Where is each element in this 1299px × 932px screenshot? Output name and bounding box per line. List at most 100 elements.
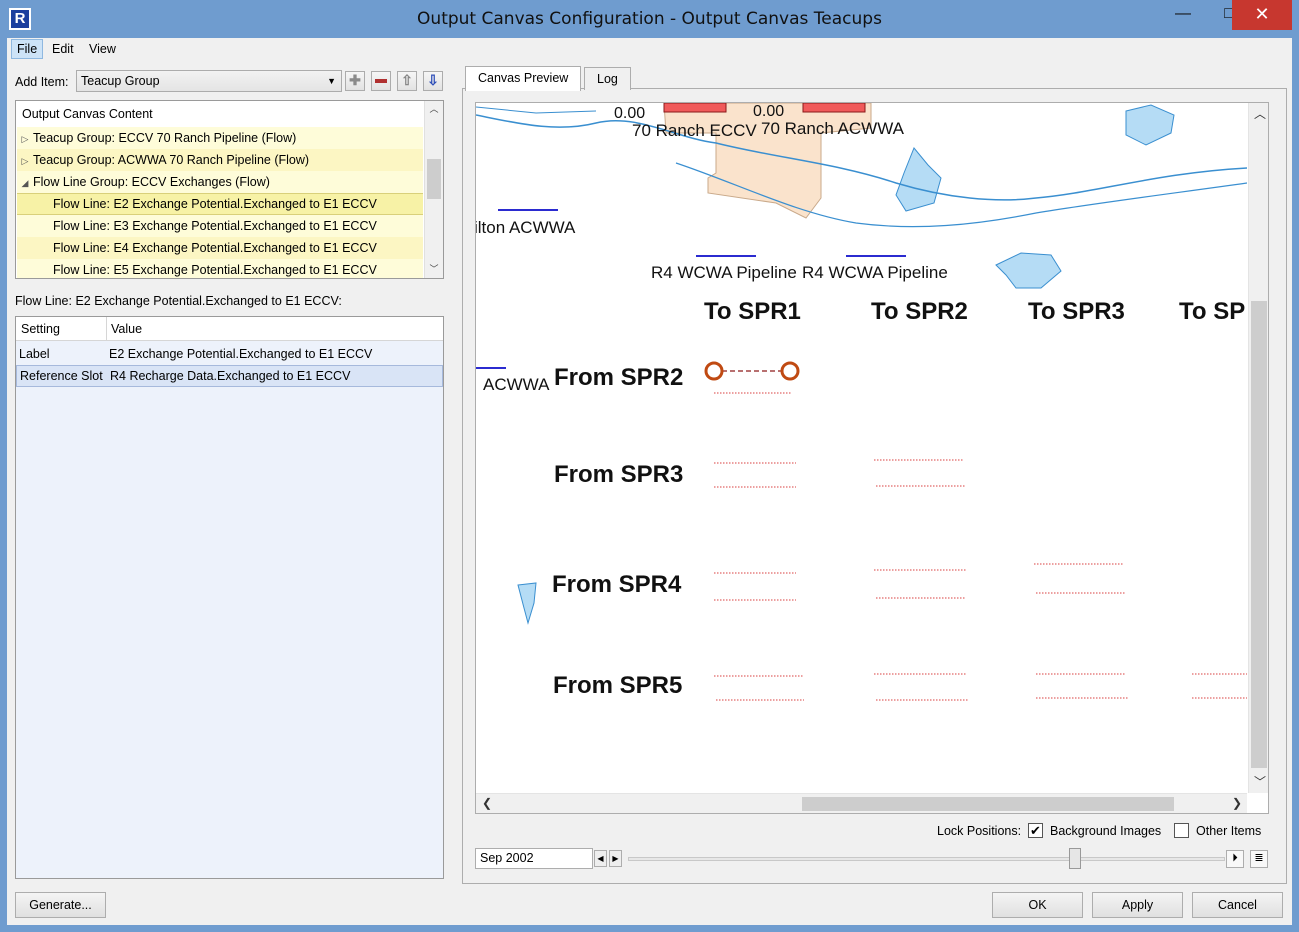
table-row[interactable]: Label E2 Exchange Potential.Exchanged to… [16,343,443,365]
generate-button[interactable]: Generate... [15,892,106,918]
canvas-content-tree[interactable]: Output Canvas Content ▷ Teacup Group: ECC… [15,100,444,279]
other-items-label: Other Items [1196,824,1262,838]
map-label: R4 WCWA Pipeline [651,263,797,282]
flow-endpoint-handle [704,361,724,381]
column-header-value[interactable]: Value [111,322,142,336]
to-column-label: To SPR1 [704,298,801,325]
menu-file[interactable]: File [11,39,44,59]
tree-row-label: Flow Line Group: ECCV Exchanges (Flow) [33,175,270,189]
from-row-label: From SPR5 [553,672,683,699]
from-row-label: From SPR2 [554,364,684,391]
next-date-button[interactable]: ▶ [609,850,622,867]
setting-value[interactable]: E2 Exchange Potential.Exchanged to E1 EC… [109,343,372,365]
column-header-setting[interactable]: Setting [21,322,60,336]
scroll-thumb[interactable] [802,797,1174,811]
menu-edit[interactable]: Edit [47,39,79,59]
title-bar: R Output Canvas Configuration - Output C… [0,0,1299,38]
tree-scrollbar[interactable]: ︿ ﹀ [424,101,443,278]
scroll-thumb[interactable] [427,159,441,199]
move-down-button[interactable]: ⇩ [423,71,443,91]
add-item-button[interactable]: ✚ [345,71,365,91]
to-column-label: To SPR3 [1028,298,1125,325]
menu-view[interactable]: View [84,39,121,59]
selected-item-label: Flow Line: E2 Exchange Potential.Exchang… [15,294,342,308]
checkmark-icon: ✔ [1030,823,1041,838]
tree-row[interactable]: Flow Line: E3 Exchange Potential.Exchang… [17,215,423,237]
chevron-left-icon[interactable]: ❮ [482,796,492,810]
tree-row[interactable]: Flow Line: E5 Exchange Potential.Exchang… [17,259,423,278]
expand-triangle-icon[interactable]: ▷ [17,128,33,150]
to-column-label: To SP [1179,298,1246,325]
tab-canvas-preview[interactable]: Canvas Preview [465,66,582,91]
map-label: ACWWA [483,375,550,394]
cancel-button[interactable]: Cancel [1192,892,1283,918]
add-item-dropdown[interactable]: Teacup Group ▼ [76,70,342,92]
chevron-up-icon[interactable]: ︿ [425,101,443,118]
collapse-triangle-icon[interactable]: ◢ [17,172,33,194]
chevron-right-icon[interactable]: ❯ [1232,796,1242,810]
tree-row[interactable]: ◢ Flow Line Group: ECCV Exchanges (Flow) [17,171,423,193]
setting-value[interactable]: R4 Recharge Data.Exchanged to E1 ECCV [110,366,350,386]
window-title: Output Canvas Configuration - Output Can… [417,9,882,29]
teacup-marker [663,103,727,113]
chevron-down-icon: ▼ [327,76,336,86]
setting-name: Reference Slot [20,369,103,383]
minus-icon [375,79,387,84]
plus-icon: ✚ [349,72,361,88]
remove-item-button[interactable] [371,71,391,91]
arrow-up-icon: ⇧ [401,72,413,88]
tree-row-selected[interactable]: Flow Line: E2 Exchange Potential.Exchang… [17,193,423,215]
to-column-label: To SPR2 [871,298,968,325]
arrow-down-icon: ⇩ [427,72,439,88]
timestep-options-button[interactable]: ≣ [1250,850,1268,868]
teacup-label: 70 Ranch ECCV [632,121,757,140]
move-up-button[interactable]: ⇧ [397,71,417,91]
chevron-down-icon[interactable]: ﹀ [1254,773,1266,790]
triangle-right-icon: ▶ [612,854,619,863]
apply-button[interactable]: Apply [1092,892,1183,918]
flow-endpoint-handle [780,361,800,381]
dialog-body: File Edit View Add Item: Teacup Group ▼ … [7,38,1292,925]
canvas-vertical-scrollbar[interactable]: ︿ ﹀ [1248,103,1268,793]
add-item-value: Teacup Group [81,74,160,88]
canvas-preview-frame: 0.00 0.00 70 Ranch ECCV 70 Ranch ACWWA i… [475,102,1269,814]
tree-row[interactable]: Flow Line: E4 Exchange Potential.Exchang… [17,237,423,259]
tab-log[interactable]: Log [584,67,631,90]
chevron-down-icon[interactable]: ﹀ [425,261,443,278]
column-divider [106,317,107,341]
tree-row[interactable]: ▷ Teacup Group: ECCV 70 Ranch Pipeline (F… [17,127,423,149]
timeline-slider[interactable] [628,857,1225,861]
table-row-selected[interactable]: Reference Slot R4 Recharge Data.Exchange… [16,365,443,387]
teacup-marker [802,103,866,113]
tree-row[interactable]: ▷ Teacup Group: ACWWA 70 Ranch Pipeline (… [17,149,423,171]
date-field[interactable]: Sep 2002 [475,848,593,869]
background-images-label: Background Images [1050,824,1162,838]
timeline-slider-thumb[interactable] [1069,848,1081,869]
minimize-button[interactable]: — [1160,0,1206,30]
lake [895,147,942,212]
triangle-left-icon: ◀ [597,854,604,863]
previous-date-button[interactable]: ◀ [594,850,607,867]
settings-header: Setting Value [16,317,443,341]
background-images-checkbox[interactable]: ✔ [1028,823,1043,838]
map-label: ilton ACWWA [476,218,576,237]
expand-triangle-icon[interactable]: ▷ [17,150,33,172]
lock-positions-label: Lock Positions: [937,824,1022,838]
settings-table: Setting Value Label E2 Exchange Potentia… [15,316,444,879]
canvas-preview[interactable]: 0.00 0.00 70 Ranch ECCV 70 Ranch ACWWA i… [476,103,1247,793]
chevron-up-icon[interactable]: ︿ [1254,105,1266,122]
tree-row-label: Teacup Group: ECCV 70 Ranch Pipeline (Fl… [33,131,297,145]
close-button[interactable]: ✕ [1232,0,1292,30]
tree-header: Output Canvas Content [22,107,153,121]
list-icon: ≣ [1254,852,1264,864]
scroll-thumb[interactable] [1251,301,1267,768]
flow-lines-grid [714,392,1247,701]
other-items-checkbox[interactable] [1174,823,1189,838]
tree-row-label: Teacup Group: ACWWA 70 Ranch Pipeline (F… [33,153,310,167]
lake [995,252,1062,289]
add-item-label: Add Item: [15,75,69,89]
play-button[interactable]: ⏵ [1226,850,1244,868]
tree-row-label: Flow Line: E5 Exchange Potential.Exchang… [53,263,377,277]
canvas-horizontal-scrollbar[interactable]: ❮ ❯ [476,793,1247,813]
ok-button[interactable]: OK [992,892,1083,918]
